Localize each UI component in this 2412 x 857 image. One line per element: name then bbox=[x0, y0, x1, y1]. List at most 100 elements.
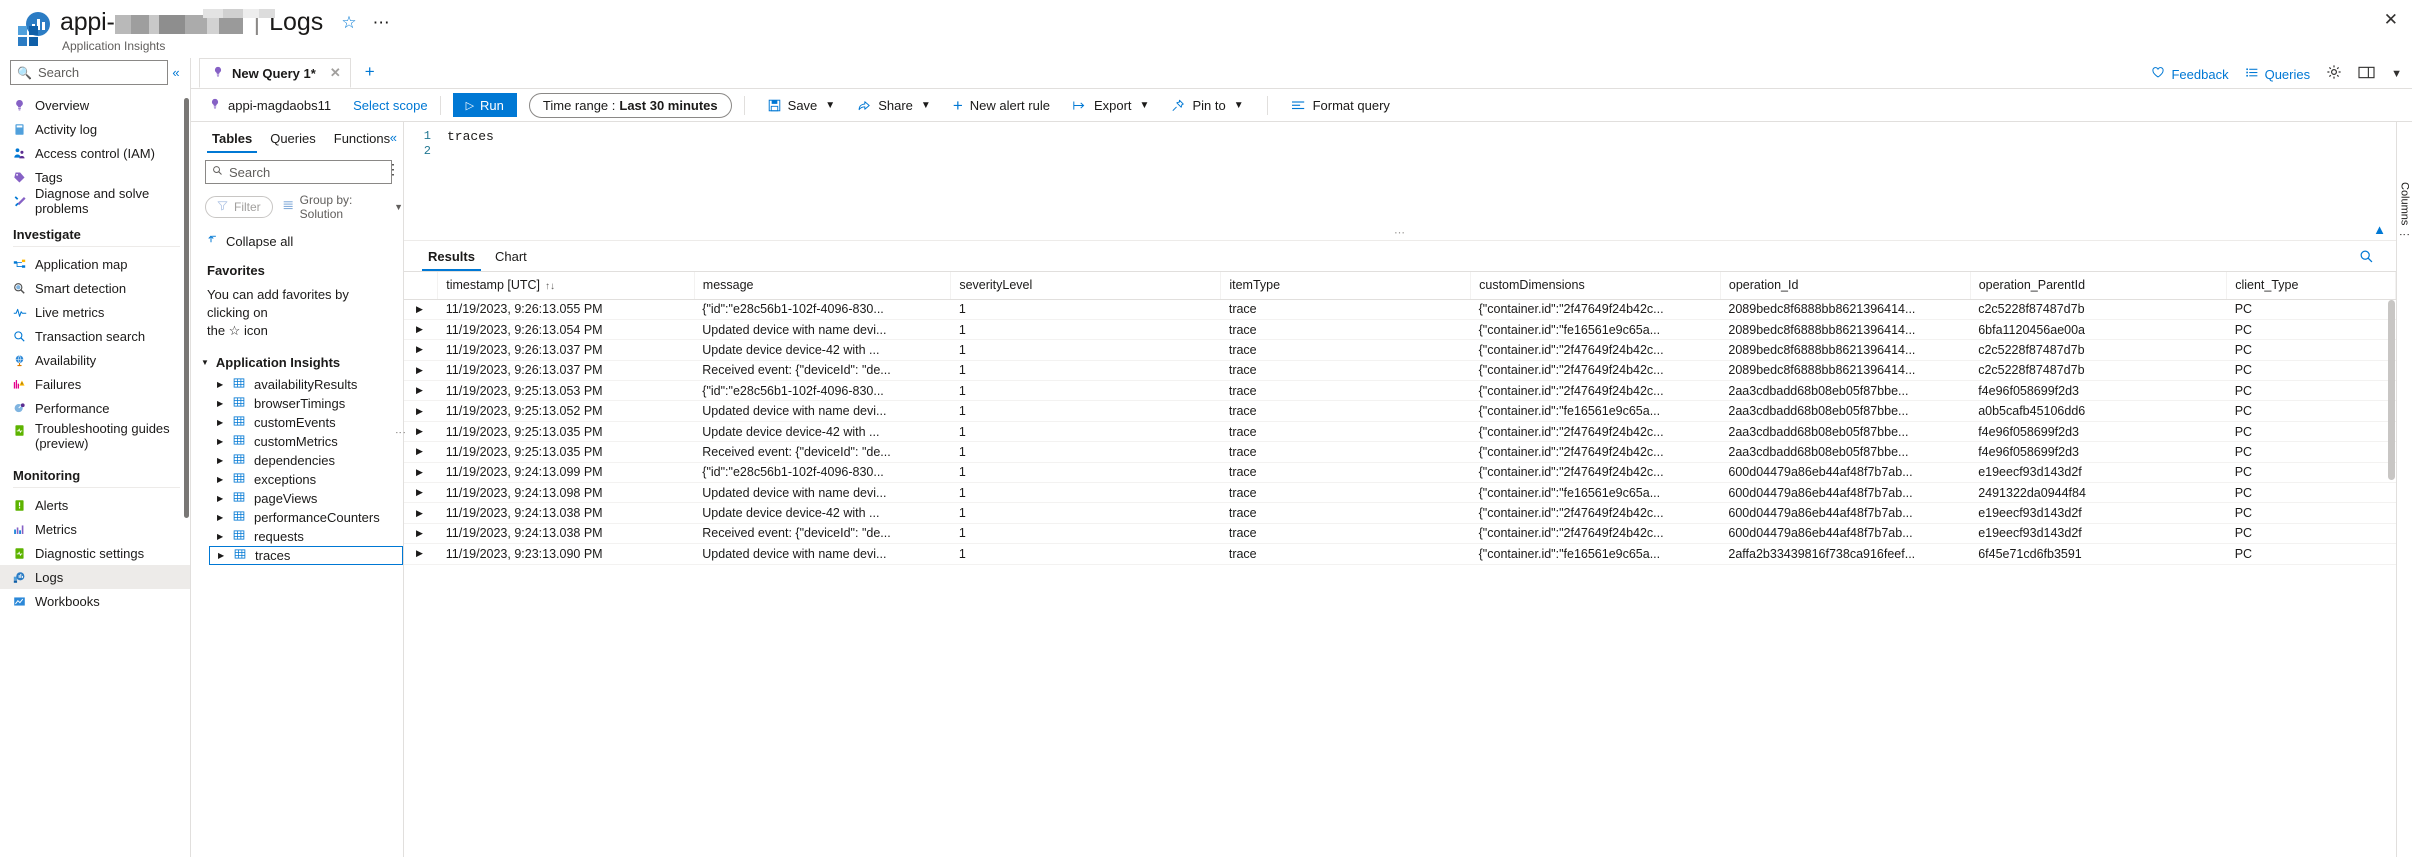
share-button[interactable]: Share ▼ bbox=[846, 92, 942, 118]
results-scrollbar[interactable] bbox=[2388, 300, 2395, 855]
star-icon[interactable]: ☆ bbox=[341, 13, 356, 33]
column-header-itemtype[interactable]: itemType bbox=[1220, 272, 1472, 300]
sidebar-item-overview[interactable]: Overview bbox=[0, 93, 190, 117]
table-row[interactable]: ▶ 11/19/2023, 9:25:13.053 PM {"id":"e28c… bbox=[404, 380, 2396, 402]
table-item-performancecounters[interactable]: ▶ performanceCounters bbox=[191, 508, 403, 527]
tab-results[interactable]: Results bbox=[418, 249, 485, 271]
table-item-availabilityresults[interactable]: ▶ availabilityResults bbox=[191, 375, 403, 394]
sidebar-item-application-map[interactable]: Application map bbox=[0, 252, 190, 276]
feedback-button[interactable]: Feedback bbox=[2151, 66, 2229, 82]
table-row[interactable]: ▶ 11/19/2023, 9:24:13.038 PM Received ev… bbox=[404, 523, 2396, 545]
tables-panel-collapse-icon[interactable]: « bbox=[390, 130, 397, 145]
query-tab[interactable]: New Query 1* ✕ bbox=[199, 58, 351, 88]
sidebar-item-metrics[interactable]: Metrics bbox=[0, 517, 190, 541]
sidebar-item-diagnose-solve[interactable]: Diagnose and solve problems bbox=[0, 186, 190, 216]
sidebar-item-access-control[interactable]: Access control (IAM) bbox=[0, 141, 190, 165]
row-expand-icon[interactable]: ▶ bbox=[404, 380, 438, 402]
query-editor[interactable]: 1 2 traces ⋯ ▲ bbox=[404, 122, 2396, 240]
tab-functions[interactable]: Functions bbox=[325, 131, 399, 153]
table-item-pageviews[interactable]: ▶ pageViews bbox=[191, 489, 403, 508]
drag-dots-icon[interactable]: ⋯ bbox=[1394, 226, 1406, 239]
sidebar-search[interactable]: 🔍 bbox=[10, 60, 168, 85]
select-scope-link[interactable]: Select scope bbox=[353, 98, 427, 113]
table-item-exceptions[interactable]: ▶ exceptions bbox=[191, 470, 403, 489]
filter-button[interactable]: Filter bbox=[205, 196, 273, 218]
results-search-icon[interactable] bbox=[2359, 249, 2374, 267]
row-expand-icon[interactable]: ▶ bbox=[404, 400, 438, 422]
chevron-down-icon[interactable]: ▼ bbox=[2391, 68, 2402, 80]
group-by-button[interactable]: Group by: Solution ▼ bbox=[283, 193, 403, 221]
column-header-operation-id[interactable]: operation_Id bbox=[1720, 272, 1971, 300]
table-row[interactable]: ▶ 11/19/2023, 9:25:13.052 PM Updated dev… bbox=[404, 400, 2396, 422]
gear-icon[interactable] bbox=[2326, 64, 2342, 84]
editor-code[interactable]: traces bbox=[438, 122, 2396, 240]
table-item-dependencies[interactable]: ▶ dependencies bbox=[191, 451, 403, 470]
table-item-customevents[interactable]: ▶ customEvents bbox=[191, 413, 403, 432]
editor-collapse-icon[interactable]: ▲ bbox=[2373, 222, 2386, 237]
row-expand-icon[interactable]: ▶ bbox=[404, 299, 438, 320]
tables-search[interactable] bbox=[205, 160, 392, 184]
table-item-requests[interactable]: ▶ requests bbox=[191, 527, 403, 546]
row-expand-icon[interactable]: ▶ bbox=[404, 421, 438, 443]
table-row[interactable]: ▶ 11/19/2023, 9:24:13.099 PM {"id":"e28c… bbox=[404, 462, 2396, 484]
tab-tables[interactable]: Tables bbox=[203, 131, 261, 153]
row-expand-icon[interactable]: ▶ bbox=[404, 543, 438, 565]
table-row[interactable]: ▶ 11/19/2023, 9:25:13.035 PM Update devi… bbox=[404, 421, 2396, 443]
time-range-picker[interactable]: Time range : Last 30 minutes bbox=[528, 92, 732, 118]
sidebar-item-performance[interactable]: Performance bbox=[0, 396, 190, 420]
sidebar-item-logs[interactable]: Logs bbox=[0, 565, 190, 589]
sidebar-collapse-icon[interactable]: « bbox=[168, 65, 184, 80]
pin-to-button[interactable]: Pin to ▼ bbox=[1160, 92, 1254, 118]
sidebar-search-input[interactable] bbox=[37, 65, 161, 80]
row-expand-icon[interactable]: ▶ bbox=[404, 502, 438, 524]
sidebar-item-failures[interactable]: Failures bbox=[0, 372, 190, 396]
table-row[interactable]: ▶ 11/19/2023, 9:26:13.037 PM Received ev… bbox=[404, 360, 2396, 382]
sidebar-item-troubleshooting-guides[interactable]: Troubleshooting guides (preview) bbox=[0, 420, 190, 454]
results-grid[interactable]: timestamp [UTC] ↑↓ message severityLevel … bbox=[404, 272, 2396, 857]
scope-display[interactable]: appi-magdaobs11 bbox=[201, 98, 331, 113]
row-expand-icon[interactable]: ▶ bbox=[404, 319, 438, 341]
sidebar-item-alerts[interactable]: Alerts bbox=[0, 493, 190, 517]
ellipsis-vertical-icon[interactable]: ⋮ bbox=[386, 161, 401, 178]
sidebar-item-activity-log[interactable]: Activity log bbox=[0, 117, 190, 141]
row-expand-icon[interactable]: ▶ bbox=[404, 360, 438, 382]
column-header-severitylevel[interactable]: severityLevel bbox=[950, 272, 1222, 300]
row-expand-icon[interactable]: ▶ bbox=[404, 441, 438, 463]
sidebar-item-smart-detection[interactable]: Smart detection bbox=[0, 276, 190, 300]
table-item-traces[interactable]: ▶ traces bbox=[209, 546, 403, 565]
close-icon[interactable]: ✕ bbox=[2384, 10, 2398, 30]
collapse-all-button[interactable]: Collapse all bbox=[191, 221, 403, 249]
sidebar-scrollbar[interactable] bbox=[184, 98, 189, 518]
column-header-client-type[interactable]: client_Type bbox=[2226, 272, 2396, 300]
queries-button[interactable]: Queries bbox=[2245, 66, 2310, 82]
tab-chart[interactable]: Chart bbox=[485, 249, 537, 271]
tables-search-input[interactable] bbox=[229, 164, 385, 180]
close-icon[interactable]: ✕ bbox=[330, 65, 341, 81]
export-button[interactable]: Export ▼ bbox=[1061, 92, 1160, 118]
plus-icon[interactable]: + bbox=[351, 62, 389, 84]
run-button[interactable]: ▷ Run bbox=[452, 93, 517, 117]
tab-queries[interactable]: Queries bbox=[261, 131, 325, 153]
sidebar-item-transaction-search[interactable]: Transaction search bbox=[0, 324, 190, 348]
row-expand-icon[interactable]: ▶ bbox=[404, 339, 438, 361]
table-row[interactable]: ▶ 11/19/2023, 9:25:13.035 PM Received ev… bbox=[404, 441, 2396, 463]
table-item-custommetrics[interactable]: ▶ customMetrics bbox=[191, 432, 403, 451]
row-expand-icon[interactable]: ▶ bbox=[404, 523, 438, 545]
table-row[interactable]: ▶ 11/19/2023, 9:26:13.054 PM Updated dev… bbox=[404, 319, 2396, 341]
table-row[interactable]: ▶ 11/19/2023, 9:26:13.037 PM Update devi… bbox=[404, 339, 2396, 361]
sidebar-item-availability[interactable]: Availability bbox=[0, 348, 190, 372]
row-expand-icon[interactable]: ▶ bbox=[404, 482, 438, 504]
table-row[interactable]: ▶ 11/19/2023, 9:24:13.038 PM Update devi… bbox=[404, 502, 2396, 524]
table-row[interactable]: ▶ 11/19/2023, 9:26:13.055 PM {"id":"e28c… bbox=[404, 299, 2396, 320]
row-expand-icon[interactable]: ▶ bbox=[404, 462, 438, 484]
sidebar-item-live-metrics[interactable]: Live metrics bbox=[0, 300, 190, 324]
column-header-timestamp[interactable]: timestamp [UTC] ↑↓ bbox=[437, 272, 695, 300]
table-row[interactable]: ▶ 11/19/2023, 9:24:13.098 PM Updated dev… bbox=[404, 482, 2396, 504]
layout-icon[interactable] bbox=[2358, 65, 2375, 84]
format-query-button[interactable]: Format query bbox=[1280, 92, 1401, 118]
column-header-customdimensions[interactable]: customDimensions bbox=[1470, 272, 1721, 300]
column-header-message[interactable]: message bbox=[694, 272, 952, 300]
ellipsis-icon[interactable]: ⋯ bbox=[373, 13, 391, 33]
sort-updown-icon[interactable]: ↑↓ bbox=[545, 281, 555, 292]
save-button[interactable]: Save ▼ bbox=[757, 92, 847, 118]
